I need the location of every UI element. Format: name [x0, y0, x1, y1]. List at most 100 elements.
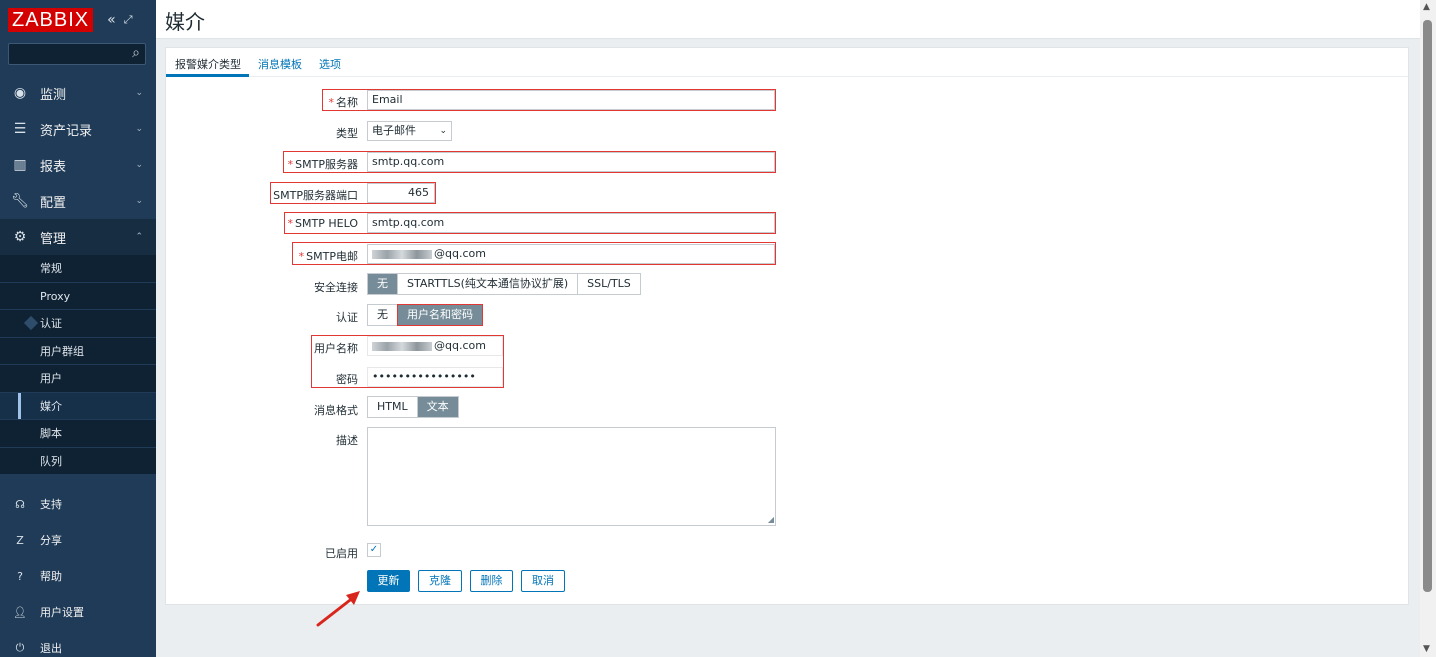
resize-handle-icon[interactable]: ◢	[768, 515, 774, 524]
sidebar: ZABBIX « ⤢ ⌕ ◉ 监测 ⌄ ☰ 资产记录 ⌄ ▥ 报表 ⌄ 🔧︎ 配…	[0, 0, 156, 657]
enabled-label: 已启用	[325, 547, 358, 560]
auth-label: 认证	[336, 311, 358, 324]
submenu-users[interactable]: 用户	[0, 365, 156, 393]
headset-icon: ☊	[15, 497, 25, 511]
auth-password-option[interactable]: 用户名和密码	[397, 304, 483, 326]
bar-chart-icon: ▥	[13, 157, 27, 173]
nav-share[interactable]: Z 分享	[0, 522, 156, 558]
submenu-proxy[interactable]: Proxy	[0, 283, 156, 310]
nav-label: 退出	[40, 642, 62, 655]
chevron-down-icon: ⌄	[135, 160, 143, 170]
enabled-checkbox[interactable]: ✓	[367, 543, 381, 557]
smtp-email-label: * SMTP电邮	[298, 250, 358, 263]
chevron-down-icon: ⌄	[135, 196, 143, 206]
update-button[interactable]: 更新	[367, 570, 410, 592]
nav-label: 帮助	[40, 570, 62, 583]
security-label: 安全连接	[314, 281, 358, 294]
nav-label: 用户设置	[40, 606, 84, 619]
username-input[interactable]: @qq.com	[367, 336, 503, 356]
tab-options[interactable]: 选项	[319, 56, 341, 72]
scroll-down-icon[interactable]: ▼	[1423, 644, 1430, 654]
tab-bar: 报警媒介类型 消息模板 选项	[166, 48, 1408, 77]
clone-button[interactable]: 克隆	[418, 570, 462, 592]
delete-button[interactable]: 删除	[470, 570, 513, 592]
submenu-queue[interactable]: 队列	[0, 448, 156, 475]
nav-label: 配置	[40, 195, 67, 211]
cancel-button[interactable]: 取消	[521, 570, 565, 592]
search-input[interactable]: ⌕	[8, 43, 146, 65]
tab-media-type[interactable]: 报警媒介类型	[175, 56, 241, 72]
tab-message-templates[interactable]: 消息模板	[258, 56, 302, 72]
smtp-email-input[interactable]: @qq.com	[367, 244, 775, 264]
submenu-scripts[interactable]: 脚本	[0, 420, 156, 448]
format-html-option[interactable]: HTML	[368, 397, 418, 417]
search-icon[interactable]: ⌕	[132, 45, 140, 61]
nav-help[interactable]: ? 帮助	[0, 558, 156, 594]
smtp-helo-label: * SMTP HELO	[287, 217, 358, 230]
security-toggle: 无 STARTTLS(纯文本通信协议扩展) SSL/TLS	[367, 273, 641, 295]
nav-signout[interactable]: ⏻ 退出	[0, 630, 156, 657]
nav-monitoring[interactable]: ◉ 监测 ⌄	[0, 75, 156, 111]
nav-label: 管理	[40, 231, 67, 247]
submenu-general[interactable]: 常规	[0, 255, 156, 283]
bottom-nav: ☊ 支持 Z 分享 ? 帮助 👤︎ 用户设置 ⏻ 退出	[0, 486, 156, 657]
page-scrollbar[interactable]: ▲ ▼	[1420, 0, 1436, 657]
nav-support[interactable]: ☊ 支持	[0, 486, 156, 522]
annotation-arrow-icon	[316, 591, 360, 627]
zabbix-logo[interactable]: ZABBIX	[8, 8, 94, 32]
submenu-media-types[interactable]: 媒介	[0, 392, 156, 420]
name-input[interactable]: Email	[367, 90, 775, 110]
security-ssl-option[interactable]: SSL/TLS	[578, 274, 640, 294]
smtp-helo-input[interactable]: smtp.qq.com	[367, 213, 775, 233]
submenu-user-groups[interactable]: 用户群组	[0, 338, 156, 365]
name-label: * 名称	[328, 96, 359, 109]
format-toggle: HTML 文本	[367, 396, 459, 418]
nav-label: 支持	[40, 498, 62, 511]
share-icon: Z	[16, 533, 24, 547]
auth-none-option[interactable]: 无	[368, 305, 398, 325]
collapse-sidebar-icon[interactable]: «	[107, 12, 116, 28]
nav-label: 分享	[40, 534, 62, 547]
chevron-down-icon: ⌄	[135, 88, 143, 98]
smtp-port-input[interactable]: 465	[367, 183, 435, 203]
power-icon: ⏻	[15, 641, 25, 654]
smtp-server-label: * SMTP服务器	[287, 158, 358, 171]
redacted-text	[372, 249, 432, 259]
kiosk-mode-icon[interactable]: ⤢	[124, 13, 133, 27]
security-starttls-option[interactable]: STARTTLS(纯文本通信协议扩展)	[398, 274, 579, 294]
description-label: 描述	[336, 434, 358, 447]
description-textarea[interactable]: ◢	[367, 427, 776, 526]
nav-label: 资产记录	[40, 123, 93, 139]
gear-icon: ⚙	[13, 229, 27, 245]
nav-user-settings[interactable]: 👤︎ 用户设置	[0, 594, 156, 630]
format-text-option[interactable]: 文本	[417, 397, 458, 417]
format-label: 消息格式	[314, 404, 358, 417]
submenu-authentication[interactable]: 认证	[0, 310, 156, 338]
smtp-server-input[interactable]: smtp.qq.com	[367, 152, 775, 172]
nav-reports[interactable]: ▥ 报表 ⌄	[0, 147, 156, 183]
chevron-up-icon: ⌃	[135, 232, 143, 242]
active-tab-indicator	[166, 74, 249, 77]
scrollbar-thumb[interactable]	[1423, 20, 1432, 592]
chevron-down-icon: ⌄	[135, 124, 143, 134]
smtp-port-label: SMTP服务器端口	[273, 189, 358, 202]
nav-label: 监测	[40, 87, 67, 103]
nav-configuration[interactable]: 🔧︎ 配置 ⌄	[0, 183, 156, 219]
scroll-up-icon[interactable]: ▲	[1423, 2, 1430, 12]
page-header: 媒介	[156, 0, 1420, 39]
nav-inventory[interactable]: ☰ 资产记录 ⌄	[0, 111, 156, 147]
type-select[interactable]: 电子邮件 ⌄	[367, 121, 452, 141]
password-input[interactable]: ••••••••••••••••	[367, 367, 503, 387]
nav-administration[interactable]: ⚙ 管理 ⌃	[0, 219, 156, 255]
logo-row: ZABBIX « ⤢	[0, 0, 156, 40]
main-nav: ◉ 监测 ⌄ ☰ 资产记录 ⌄ ▥ 报表 ⌄ 🔧︎ 配置 ⌄ ⚙ 管理 ⌃ 常规…	[0, 75, 156, 475]
eye-icon: ◉	[13, 85, 27, 101]
list-icon: ☰	[13, 121, 27, 137]
wrench-icon: 🔧︎	[11, 193, 29, 209]
nav-label: 报表	[40, 159, 67, 175]
redacted-text	[372, 341, 432, 351]
security-none-option[interactable]: 无	[368, 274, 398, 294]
user-icon: 👤︎	[13, 605, 27, 619]
username-label: 用户名称	[314, 342, 358, 355]
admin-submenu: 常规 Proxy 认证 用户群组 用户 媒介 脚本 队列	[0, 255, 156, 475]
